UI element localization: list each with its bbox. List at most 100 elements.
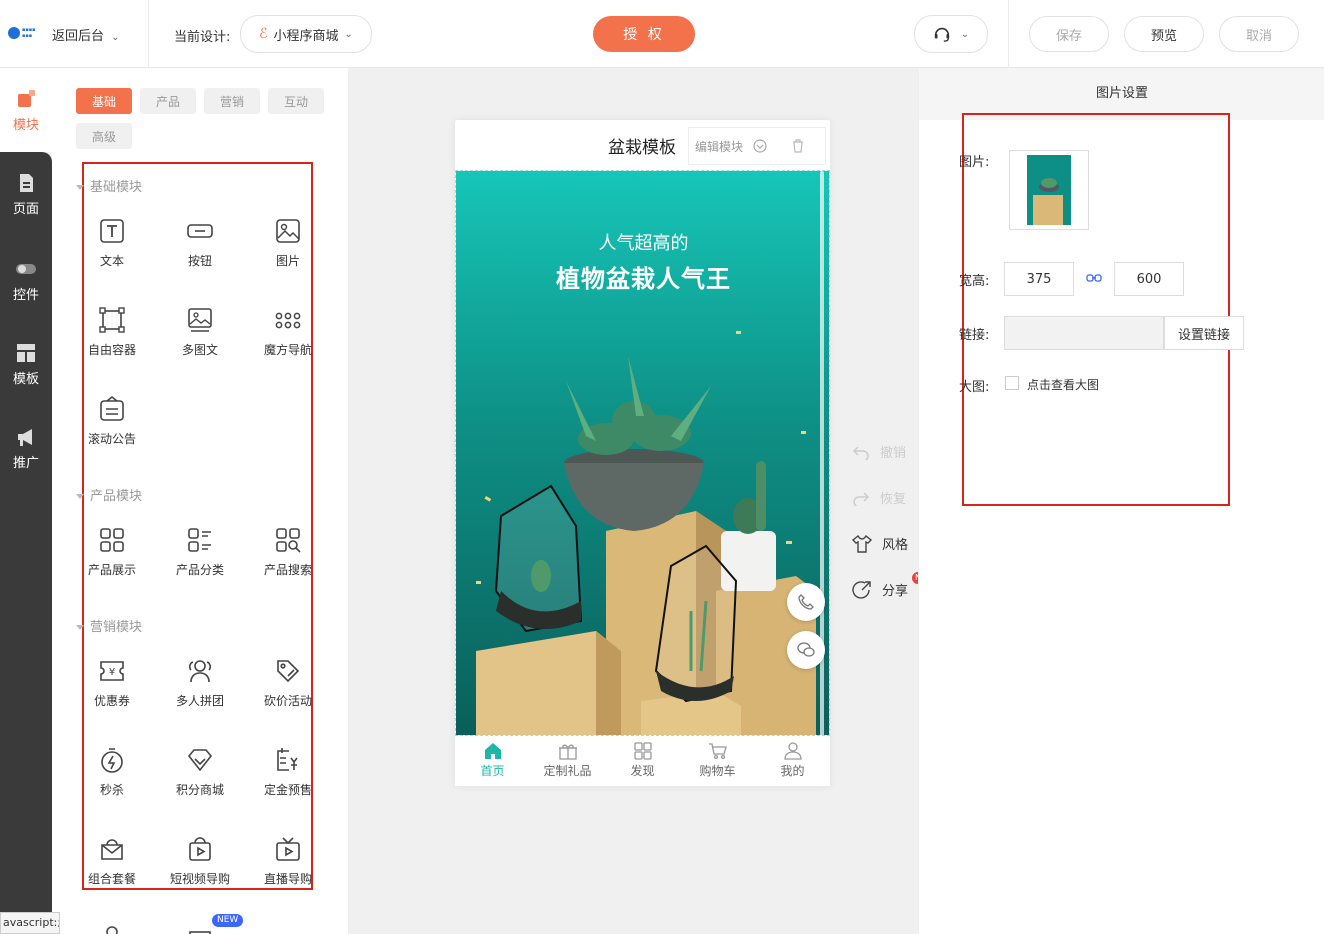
page-icon — [20, 174, 33, 192]
preview-button[interactable]: 预览 — [1124, 16, 1204, 52]
tab-marketing[interactable]: 营销 — [204, 88, 260, 114]
module-scroll-notice[interactable]: 滚动公告 — [72, 396, 152, 466]
height-input[interactable]: 600 — [1114, 262, 1184, 296]
module-label: 多人拼团 — [175, 694, 224, 708]
design-selector[interactable]: ℰ 小程序商城 ⌄ — [240, 15, 372, 53]
module-group-buy[interactable]: 多人拼团 — [160, 658, 240, 728]
module-product-search[interactable]: 产品搜索 — [248, 527, 328, 597]
chevron-down-icon: ⌄ — [960, 28, 970, 40]
text-icon — [100, 219, 124, 243]
save-button[interactable]: 保存 — [1029, 16, 1109, 52]
link-ratio-icon[interactable] — [1086, 272, 1102, 284]
module-product-category[interactable]: 产品分类 — [160, 527, 240, 597]
tab-basic[interactable]: 基础 — [76, 88, 132, 114]
chevron-down-icon: ⌄ — [344, 28, 353, 40]
module-short-video[interactable]: 短视频导购 — [160, 836, 240, 906]
container-icon — [99, 307, 125, 333]
module-icon — [18, 90, 35, 107]
tool-label: 恢复 — [880, 492, 907, 507]
link-input[interactable] — [1004, 316, 1164, 350]
toggle-icon — [16, 264, 36, 274]
tool-label: 撤销 — [880, 446, 907, 461]
trash-icon[interactable] — [791, 139, 805, 153]
banner-subtitle: 人气超高的 — [598, 233, 689, 254]
module-label: 秒杀 — [99, 783, 124, 797]
module-text[interactable]: 文本 — [72, 218, 152, 288]
phone-tab-gifts[interactable]: 定制礼品 — [530, 736, 605, 786]
module-button[interactable]: 按钮 — [160, 218, 240, 288]
tab-product[interactable]: 产品 — [140, 88, 196, 114]
tab-advanced[interactable]: 高级 — [76, 123, 132, 149]
diamond-icon — [187, 749, 213, 772]
nav-item-template[interactable]: 模板 — [0, 342, 52, 387]
edit-module-button[interactable]: 编辑模块 — [695, 138, 743, 155]
phone-call-button[interactable] — [787, 583, 825, 621]
module-image[interactable]: 图片 — [248, 218, 328, 288]
image-label: 图片: — [959, 155, 990, 170]
module-points-mall[interactable]: 积分商城 — [160, 747, 240, 817]
calendar-yen-icon — [277, 748, 298, 771]
phone-tab-cart[interactable]: 购物车 — [680, 736, 755, 786]
module-label: 按钮 — [187, 254, 212, 268]
undo-icon — [852, 445, 869, 460]
back-to-admin-button[interactable]: 返回后台 ⌄ — [52, 25, 120, 44]
module-flash-sale[interactable]: 秒杀 — [72, 747, 152, 817]
image-thumbnail[interactable] — [1009, 150, 1089, 230]
bigimg-label: 大图: — [959, 380, 990, 395]
module-live[interactable]: 直播导购 — [248, 836, 328, 906]
module-label: 产品分类 — [175, 563, 224, 577]
back-label: 返回后台 — [52, 29, 105, 44]
nav-label: 控件 — [12, 288, 39, 303]
grid-icon — [633, 742, 652, 760]
shirt-icon — [852, 534, 872, 553]
phone-tab-home[interactable]: 首页 — [455, 736, 530, 786]
dots-grid-icon — [275, 312, 301, 329]
left-nav: 模块 页面 控件 模板 推广 — [0, 68, 52, 934]
settings-panel: 图片设置 图片: 宽高: 375 600 链接: 设置链接 大图: 点击查看大图 — [918, 68, 1324, 934]
width-input[interactable]: 375 — [1004, 262, 1074, 296]
section-product-title: 产品模块 — [76, 485, 142, 504]
svg-text:¥: ¥ — [109, 667, 115, 678]
nav-item-promote[interactable]: 推广 — [0, 426, 52, 471]
highlight-box-settings — [962, 113, 1230, 506]
module-cube-nav[interactable]: 魔方导航 — [248, 307, 328, 377]
divider — [1008, 0, 1009, 68]
module-bargain[interactable]: 砍价活动 — [248, 658, 328, 728]
module-presale[interactable]: 定金预售 — [248, 747, 328, 817]
redo-button[interactable]: 恢复 — [852, 488, 922, 507]
share-button[interactable]: 分享 N — [852, 572, 924, 599]
tab-label: 我的 — [780, 764, 805, 778]
image-thumbnail-preview — [1027, 155, 1071, 225]
support-button[interactable]: ⌄ — [914, 15, 988, 53]
bigimg-checkbox[interactable] — [1005, 376, 1019, 390]
nav-item-control[interactable]: 控件 — [0, 258, 52, 303]
banner-image[interactable]: 人气超高的 植物盆栽人气王 — [455, 170, 830, 736]
module-coupon[interactable]: ¥ 优惠券 — [72, 658, 152, 728]
design-name: 小程序商城 — [273, 28, 339, 44]
undo-button[interactable]: 撤销 — [852, 442, 922, 461]
style-button[interactable]: 风格 — [852, 534, 922, 553]
phone-tab-me[interactable]: 我的 — [755, 736, 830, 786]
nav-item-module[interactable]: 模块 — [0, 88, 52, 133]
module-panel: 基础 产品 营销 互动 高级 基础模块 文本 按钮 图片 自由容器 多图文 魔方… — [52, 68, 348, 934]
module-product-display[interactable]: 产品展示 — [72, 527, 152, 597]
phone-tab-discover[interactable]: 发现 — [605, 736, 680, 786]
module-multi-image-text[interactable]: 多图文 — [160, 307, 240, 377]
module-label: 组合套餐 — [87, 872, 136, 886]
section-basic-title: 基础模块 — [76, 176, 142, 195]
module-combo[interactable]: 组合套餐 — [72, 836, 152, 906]
authorize-button[interactable]: 授 权 — [593, 16, 695, 52]
module-label: 多图文 — [181, 343, 218, 357]
headset-icon — [934, 27, 949, 42]
phone-icon — [798, 594, 814, 610]
tab-label: 发现 — [630, 764, 655, 778]
set-link-button[interactable]: 设置链接 — [1164, 316, 1244, 350]
module-free-container[interactable]: 自由容器 — [72, 307, 152, 377]
tab-interaction[interactable]: 互动 — [268, 88, 324, 114]
nav-item-page[interactable]: 页面 — [0, 172, 52, 217]
wechat-button[interactable] — [787, 631, 825, 669]
cancel-button[interactable]: 取消 — [1219, 16, 1299, 52]
design-canvas: 盆栽模板 编辑模块 人气超高的 植物盆栽人气王 首页 定制礼品 发现 购物车 我… — [348, 68, 924, 934]
chevron-circle-icon[interactable] — [753, 139, 767, 153]
share-icon — [852, 580, 871, 599]
